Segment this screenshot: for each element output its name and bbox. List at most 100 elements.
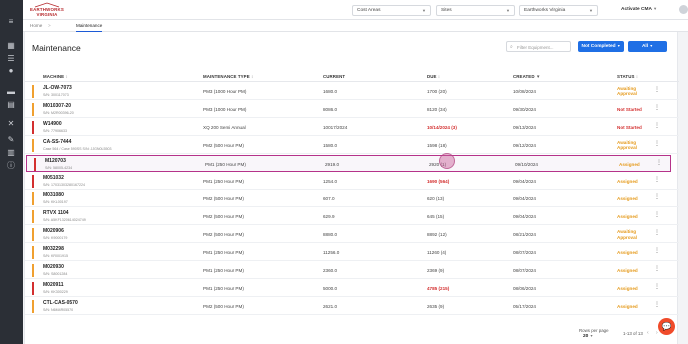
current-reading: 5000.0 — [323, 285, 338, 291]
more-actions-icon[interactable]: ⋮ — [654, 248, 660, 254]
table-row[interactable]: M031080 S/N: KKL00197 PM2 (500 Hour PM) 607… — [25, 190, 679, 208]
created-date: 08/06/2024 — [513, 285, 536, 291]
prev-page-icon[interactable]: ‹ — [647, 330, 649, 336]
column-header-due[interactable]: DUE ↕ — [427, 74, 440, 79]
more-actions-icon[interactable]: ⋮ — [654, 302, 660, 308]
truck-icon[interactable]: ▬ — [5, 86, 17, 98]
chart-icon[interactable]: ▥ — [5, 147, 17, 159]
company-logo[interactable]: EARTHWORKS VIRGINIA — [27, 2, 67, 18]
more-actions-icon[interactable]: ⋮ — [654, 105, 660, 111]
column-header-type[interactable]: MAINTENANCE TYPE ↕ — [203, 74, 253, 79]
priority-flag — [32, 299, 34, 313]
more-actions-icon[interactable]: ⋮ — [654, 177, 660, 183]
created-date: 05/17/2024 — [513, 303, 536, 309]
cursor-indicator — [439, 153, 455, 169]
all-button-label: All — [641, 44, 649, 49]
more-actions-icon[interactable]: ⋮ — [654, 266, 660, 272]
maintenance-type: PM2 (500 Hour PM) — [203, 196, 244, 202]
table-row[interactable]: W14900 S/N: 77906633 XQ 200 Semi Annual 100… — [25, 119, 679, 136]
table-row[interactable]: M051032 S/N: 17031303280167224 PM1 (250 Ho… — [25, 173, 679, 190]
more-actions-icon[interactable]: ⋮ — [654, 123, 660, 129]
column-header-created[interactable]: CREATED ▼ — [513, 74, 540, 79]
breadcrumb-current[interactable]: Maintenance — [76, 23, 102, 28]
status-badge: Assigned — [617, 303, 638, 309]
current-reading: 8086.0 — [323, 106, 338, 112]
table-row[interactable]: M020906 S/N: K9000179 PM2 (500 Hour PM) 888… — [25, 226, 679, 244]
priority-flag — [32, 85, 34, 98]
priority-flag — [34, 157, 36, 171]
table-row[interactable]: CA-SS-7444 Case 564 / Case 590SS S/N: JJG… — [25, 137, 679, 154]
machine-name: JL-OW-7073 — [43, 85, 72, 91]
priority-flag — [32, 138, 34, 152]
column-header-current[interactable]: CURRENT — [323, 74, 345, 79]
priority-flag — [32, 264, 34, 277]
more-actions-icon[interactable]: ⋮ — [654, 284, 660, 290]
column-header-status[interactable]: STATUS ↕ — [617, 74, 638, 79]
wrench-icon[interactable]: ✕ — [5, 118, 17, 130]
info-icon[interactable]: ⓘ — [5, 160, 17, 172]
more-actions-icon[interactable]: ⋮ — [654, 87, 660, 93]
list-icon[interactable]: ☰ — [5, 53, 17, 65]
breadcrumb-separator: > — [48, 23, 51, 28]
next-page-icon[interactable]: › — [656, 330, 658, 336]
rows-per-page-select[interactable]: 20 ▼ — [583, 334, 593, 339]
table-row[interactable]: M032298 S/N: KR001915 PM1 (250 Hour PM) 112… — [25, 244, 679, 262]
top-bar: EARTHWORKS VIRGINIA Cost Areas ▼ Sites ▼ … — [23, 0, 688, 20]
all-button[interactable]: All ▼ — [628, 41, 667, 52]
more-actions-icon[interactable]: ⋮ — [654, 230, 660, 236]
due-reading: 1690 (564) — [427, 178, 450, 184]
sites-select[interactable]: Sites ▼ — [436, 5, 515, 16]
status-badge: Awaiting Approval — [617, 86, 637, 97]
priority-flag — [32, 246, 34, 260]
maintenance-type: PM1 (250 Hour PM) — [203, 285, 244, 291]
table-row[interactable]: JL-OW-7073 S/N: 300117073 PM3 (1000 Hour P… — [25, 83, 679, 100]
status-badge: Awaiting Approval — [617, 139, 637, 151]
breadcrumb: Home > Maintenance — [23, 20, 688, 32]
more-actions-icon[interactable]: ⋮ — [656, 160, 662, 166]
company-select[interactable]: Earthworks Virginia ▼ — [519, 5, 598, 16]
maintenance-type: PM2 (500 Hour PM) — [203, 142, 244, 148]
created-date: 08/21/2024 — [513, 232, 536, 238]
table-row[interactable]: RTVX 1104 S/N: A5KF1320614024749 PM2 (500 … — [25, 208, 679, 226]
due-reading: 620 (13) — [427, 196, 445, 202]
grid-icon[interactable]: ▦ — [5, 40, 17, 52]
avatar[interactable] — [679, 5, 688, 14]
due-reading: 1598 (18) — [427, 142, 447, 148]
building-icon[interactable]: ▤ — [5, 99, 17, 111]
machine-serial: S/N: 58005-4234 — [45, 165, 73, 170]
created-date: 09/04/2024 — [513, 214, 536, 220]
due-reading: 2369 (9) — [427, 268, 445, 273]
table-row[interactable]: M010307-20 S/N: M2R00396-20 PM3 (1000 Hour… — [25, 101, 679, 118]
more-actions-icon[interactable]: ⋮ — [654, 141, 660, 147]
menu-icon[interactable]: ≡ — [5, 16, 17, 28]
machine-serial: S/N: N6M4R05570 — [43, 307, 74, 312]
logo-text: EARTHWORKS VIRGINIA — [30, 7, 64, 17]
status-badge: Assigned — [617, 268, 638, 273]
column-header-machine[interactable]: MACHINE ↕ — [43, 74, 68, 79]
breadcrumb-home[interactable]: Home — [30, 23, 42, 28]
cost-areas-select[interactable]: Cost Areas ▼ — [352, 5, 431, 16]
table-row[interactable]: M020911 S/N: KK300229 PM1 (250 Hour PM) 500… — [25, 280, 679, 297]
table-row[interactable]: M020930 S/N: S8001284 PM1 (250 Hour PM) 236… — [25, 262, 679, 279]
chat-icon[interactable]: 💬 — [658, 318, 675, 335]
status-filter-button[interactable]: Not Completed ▼ — [578, 41, 624, 52]
status-filter-label: Not Completed — [581, 44, 616, 49]
due-reading: 4785 (215) — [427, 285, 450, 291]
priority-flag — [32, 120, 34, 134]
status-badge: Assigned — [617, 178, 638, 184]
more-actions-icon[interactable]: ⋮ — [654, 212, 660, 218]
machine-serial: S/N: 300117073 — [43, 93, 69, 97]
created-date: 09/10/2024 — [515, 161, 538, 167]
tool-icon[interactable]: ✎ — [5, 134, 17, 146]
maintenance-type: PM2 (500 Hour PM) — [203, 214, 244, 220]
user-icon[interactable]: ● — [5, 65, 17, 77]
due-reading: 8892 (12) — [427, 232, 447, 238]
table-row[interactable]: M120703 S/N: 58005-4234 PM1 (250 Hour PM) 2… — [26, 154, 671, 172]
user-menu[interactable]: Activate CMA ▼ — [621, 6, 657, 12]
table-row[interactable]: CTL-CAS-0570 S/N: N6M4R05570 PM2 (500 Hour… — [25, 298, 679, 315]
machine-name: M031080 — [43, 192, 64, 199]
filter-equipment-input[interactable]: ⌕ Filter Equipment... — [506, 41, 571, 52]
current-reading: 1254.0 — [323, 178, 338, 184]
maintenance-type: PM3 (1000 Hour PM) — [203, 106, 247, 112]
more-actions-icon[interactable]: ⋮ — [654, 194, 660, 200]
